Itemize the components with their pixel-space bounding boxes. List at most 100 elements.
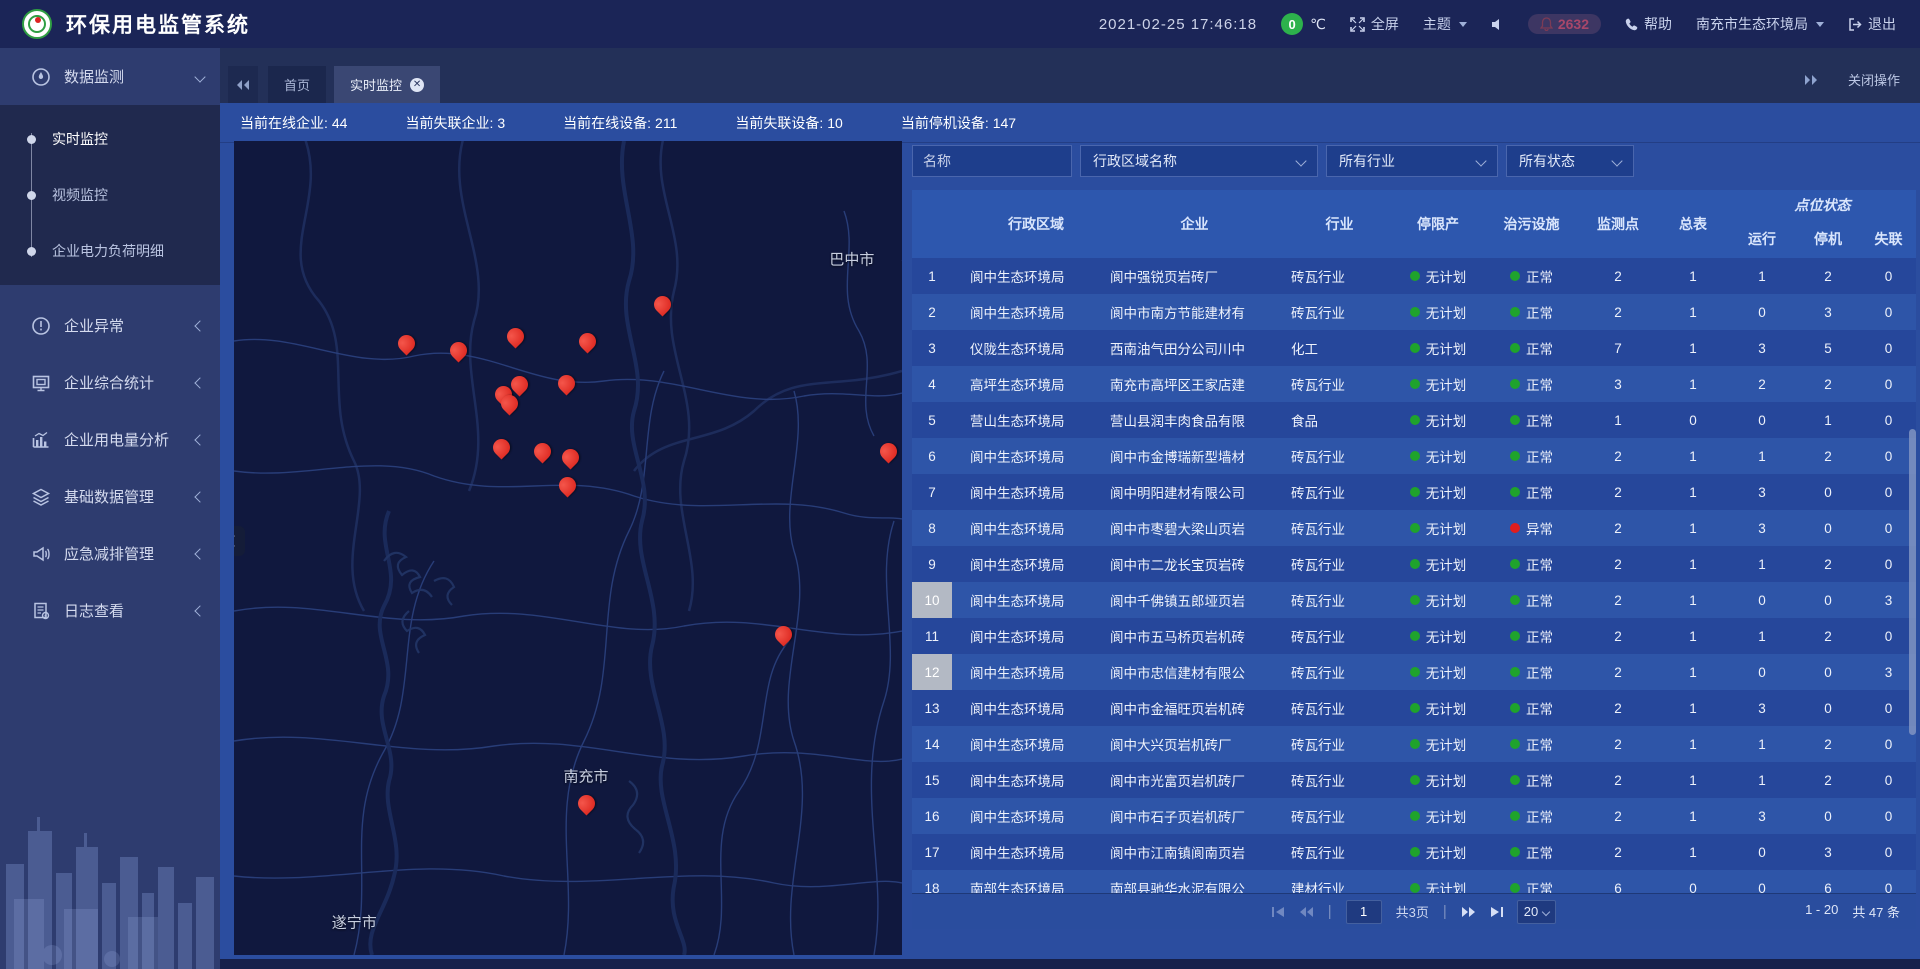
stat-label: 当前在线企业:: [240, 115, 328, 131]
speaker-icon[interactable]: [1491, 18, 1504, 31]
next-page-icon[interactable]: [1461, 906, 1476, 918]
table-row[interactable]: 12 阆中生态环境局 阆中市忠信建材有限公 砖瓦行业 无计划 正常 2 1 0 …: [912, 654, 1916, 690]
table-row[interactable]: 10 阆中生态环境局 阆中千佛镇五郎垭页岩 砖瓦行业 无计划 正常 2 1 0 …: [912, 582, 1916, 618]
cityscape-decoration-icon: [0, 769, 220, 969]
table-row[interactable]: 7 阆中生态环境局 阆中明阳建材有限公司 砖瓦行业 无计划 正常 2 1 3 0…: [912, 474, 1916, 510]
stat-label: 当前在线设备:: [563, 115, 651, 131]
cell-limit: 无计划: [1392, 654, 1484, 690]
cell-stop: 2: [1795, 618, 1861, 654]
sidebar-item-应急减排管理[interactable]: 应急减排管理: [0, 525, 220, 582]
cell-lost: 0: [1861, 330, 1916, 366]
page-size-select[interactable]: 20: [1517, 900, 1556, 924]
status-dot-icon: [1410, 631, 1420, 641]
cell-region: 高坪生态环境局: [952, 366, 1102, 402]
cell-facility: 正常: [1484, 798, 1579, 834]
close-operations-button[interactable]: 关闭操作: [1848, 70, 1900, 89]
header-action-主题[interactable]: 主题: [1423, 14, 1467, 34]
table-row[interactable]: 13 阆中生态环境局 阆中市金福旺页岩机砖 砖瓦行业 无计划 正常 2 1 3 …: [912, 690, 1916, 726]
header-action-帮助[interactable]: 帮助: [1625, 14, 1672, 34]
cell-facility: 正常: [1484, 474, 1579, 510]
double-chevron-right-icon[interactable]: [1804, 74, 1818, 86]
app-root: 环保用电监管系统 2021-02-25 17:46:18 0 ℃ 全屏主题263…: [0, 0, 1920, 969]
cell-run: 2: [1729, 366, 1795, 402]
sidebar-item-企业异常[interactable]: 企业异常: [0, 297, 220, 354]
chevron-down-icon: [1295, 155, 1306, 166]
status-dot-icon: [1510, 775, 1520, 785]
cell-lost: 0: [1861, 762, 1916, 798]
sidebar-subitem-label: 企业电力负荷明细: [52, 241, 164, 261]
cell-lost: 3: [1861, 654, 1916, 690]
status-dot-icon: [1410, 883, 1420, 893]
status-filter-select[interactable]: 所有状态: [1506, 145, 1634, 177]
chevron-down-icon: [1542, 907, 1550, 915]
region-filter-select[interactable]: 行政区域名称: [1080, 145, 1318, 177]
map-panel[interactable]: 巴中市南充市遂宁市: [234, 141, 902, 955]
header-action-南充市生态环境局[interactable]: 南充市生态环境局: [1696, 14, 1824, 34]
cell-index: 10: [912, 582, 952, 618]
chevron-down-icon: [1611, 155, 1622, 166]
tab-实时监控[interactable]: 实时监控✕: [334, 66, 440, 103]
table-row[interactable]: 18 南部生态环境局 南部县驰华水泥有限公 建材行业 无计划 正常 6 0 0 …: [912, 870, 1916, 893]
tab-close-icon[interactable]: ✕: [410, 78, 424, 92]
cell-facility: 正常: [1484, 690, 1579, 726]
chevron-left-icon: [194, 377, 205, 388]
table-row[interactable]: 16 阆中生态环境局 阆中市石子页岩机砖厂 砖瓦行业 无计划 正常 2 1 3 …: [912, 798, 1916, 834]
industry-filter-select[interactable]: 所有行业: [1326, 145, 1498, 177]
cell-monitor: 2: [1579, 438, 1657, 474]
cell-company: 阆中市忠信建材有限公: [1102, 654, 1287, 690]
page-number-input[interactable]: [1346, 900, 1382, 924]
map-collapse-button[interactable]: [234, 526, 245, 556]
table-row[interactable]: 8 阆中生态环境局 阆中市枣碧大梁山页岩 砖瓦行业 无计划 异常 2 1 3 0…: [912, 510, 1916, 546]
notification-badge[interactable]: 2632: [1528, 14, 1601, 34]
table-row[interactable]: 15 阆中生态环境局 阆中市光富页岩机砖厂 砖瓦行业 无计划 正常 2 1 1 …: [912, 762, 1916, 798]
cell-lost: 0: [1861, 402, 1916, 438]
sidebar-item-数据监测[interactable]: 数据监测: [0, 48, 220, 105]
filter-bar: 行政区域名称 所有行业 所有状态: [912, 145, 1634, 177]
double-chevron-left-icon[interactable]: [228, 66, 258, 103]
cell-monitor: 2: [1579, 546, 1657, 582]
header-action-全屏[interactable]: 全屏: [1350, 14, 1399, 34]
header-action-label: 帮助: [1644, 14, 1672, 34]
sidebar-subitem-实时监控[interactable]: 实时监控: [0, 111, 220, 167]
name-filter-input[interactable]: [912, 145, 1072, 177]
cell-run: 3: [1729, 690, 1795, 726]
cell-facility: 正常: [1484, 870, 1579, 893]
sidebar-subitem-视频监控[interactable]: 视频监控: [0, 167, 220, 223]
sidebar-item-企业用电量分析[interactable]: 企业用电量分析: [0, 411, 220, 468]
sidebar-item-企业综合统计[interactable]: 企业综合统计: [0, 354, 220, 411]
city-label-南充市: 南充市: [564, 765, 609, 786]
table-row[interactable]: 14 阆中生态环境局 阆中大兴页岩机砖厂 砖瓦行业 无计划 正常 2 1 1 2…: [912, 726, 1916, 762]
table-row[interactable]: 9 阆中生态环境局 阆中市二龙长宝页岩砖 砖瓦行业 无计划 正常 2 1 1 2…: [912, 546, 1916, 582]
status-dot-icon: [1410, 703, 1420, 713]
table-row[interactable]: 4 高坪生态环境局 南充市高坪区王家店建 砖瓦行业 无计划 正常 3 1 2 2…: [912, 366, 1916, 402]
table-row[interactable]: 17 阆中生态环境局 阆中市江南镇阆南页岩 砖瓦行业 无计划 正常 2 1 0 …: [912, 834, 1916, 870]
table-row[interactable]: 11 阆中生态环境局 阆中市五马桥页岩机砖 砖瓦行业 无计划 正常 2 1 1 …: [912, 618, 1916, 654]
cell-index: 8: [912, 510, 952, 546]
cell-run: 0: [1729, 654, 1795, 690]
cell-company: 阆中大兴页岩机砖厂: [1102, 726, 1287, 762]
stat-value: 10: [827, 115, 843, 131]
cell-facility: 正常: [1484, 726, 1579, 762]
sidebar-item-基础数据管理[interactable]: 基础数据管理: [0, 468, 220, 525]
sidebar-subitem-企业电力负荷明细[interactable]: 企业电力负荷明细: [0, 223, 220, 279]
table-row[interactable]: 5 营山生态环境局 营山县润丰肉食品有限 食品 无计划 正常 1 0 0 1 0: [912, 402, 1916, 438]
cell-facility: 正常: [1484, 330, 1579, 366]
cell-total: 1: [1657, 366, 1729, 402]
cell-monitor: 3: [1579, 366, 1657, 402]
sidebar-item-日志查看[interactable]: 日志查看: [0, 582, 220, 639]
cell-limit: 无计划: [1392, 834, 1484, 870]
tab-首页[interactable]: 首页: [268, 66, 326, 103]
table-scrollbar[interactable]: [1909, 429, 1916, 735]
table-row[interactable]: 1 阆中生态环境局 阆中强锐页岩砖厂 砖瓦行业 无计划 正常 2 1 1 2 0: [912, 258, 1916, 294]
prev-page-icon[interactable]: [1299, 906, 1314, 918]
table-row[interactable]: 3 仪陇生态环境局 西南油气田分公司川中 化工 无计划 正常 7 1 3 5 0: [912, 330, 1916, 366]
table-row[interactable]: 2 阆中生态环境局 阆中市南方节能建材有 砖瓦行业 无计划 正常 2 1 0 3…: [912, 294, 1916, 330]
cell-index: 17: [912, 834, 952, 870]
sidebar-subitem-label: 视频监控: [52, 185, 108, 205]
header-action-退出[interactable]: 退出: [1848, 14, 1896, 34]
table-row[interactable]: 6 阆中生态环境局 阆中市金博瑞新型墙材 砖瓦行业 无计划 正常 2 1 1 2…: [912, 438, 1916, 474]
app-logo-icon: [22, 9, 52, 39]
first-page-icon[interactable]: [1272, 906, 1285, 918]
last-page-icon[interactable]: [1490, 906, 1503, 918]
cell-index: 13: [912, 690, 952, 726]
